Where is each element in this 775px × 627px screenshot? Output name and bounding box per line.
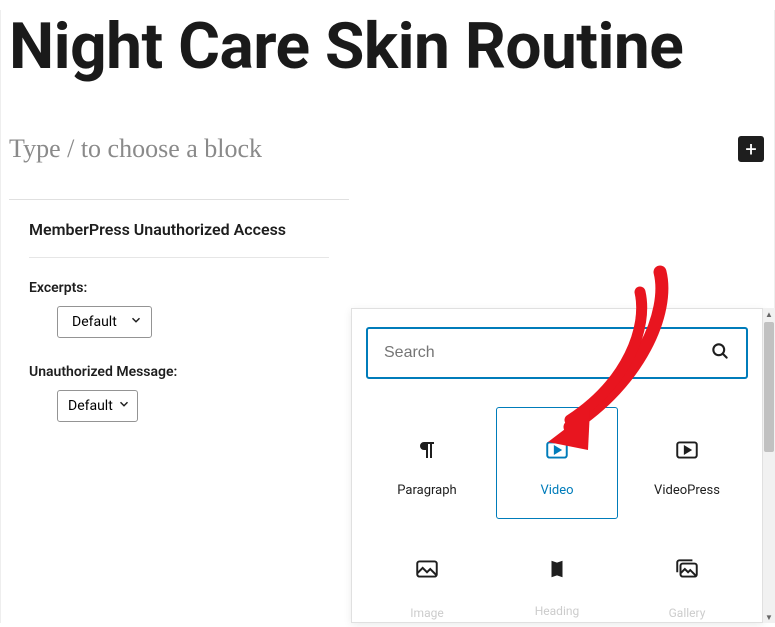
block-gallery[interactable]: Gallery	[626, 547, 748, 627]
block-image[interactable]: Image	[366, 547, 488, 627]
chevron-down-icon	[117, 397, 131, 415]
search-icon	[710, 341, 730, 365]
block-label: Video	[540, 483, 573, 498]
paragraph-icon	[415, 435, 439, 465]
block-label: Paragraph	[397, 483, 456, 498]
block-search[interactable]	[366, 327, 748, 379]
panel-header: MemberPress Unauthorized Access	[29, 220, 329, 258]
new-block-row: Type / to choose a block +	[9, 134, 766, 164]
excerpts-field: Excerpts: Default	[29, 280, 329, 338]
image-icon	[414, 556, 440, 582]
video-icon	[544, 435, 570, 465]
block-grid-row2: Image Heading Gallery	[366, 547, 748, 627]
unauth-select[interactable]: Default	[57, 390, 138, 422]
scroll-up-arrow[interactable]: ▲	[763, 308, 775, 320]
unauth-label: Unauthorized Message:	[29, 364, 329, 380]
block-grid: Paragraph Video VideoPress	[366, 407, 748, 519]
block-search-input[interactable]	[384, 344, 661, 362]
unauth-field: Unauthorized Message: Default	[29, 364, 329, 422]
block-inserter-popover: Paragraph Video VideoPress Image He	[351, 308, 763, 623]
block-label: Image	[410, 606, 443, 620]
videopress-icon	[674, 435, 700, 465]
block-label: Gallery	[669, 606, 706, 620]
excerpts-select[interactable]: Default	[57, 306, 152, 338]
memberpress-panel: MemberPress Unauthorized Access Excerpts…	[9, 199, 349, 468]
unauth-value: Default	[68, 398, 113, 414]
heading-icon	[546, 558, 568, 580]
add-block-button[interactable]: +	[738, 136, 764, 162]
plus-icon: +	[745, 137, 756, 161]
excerpts-label: Excerpts:	[29, 280, 329, 296]
block-label: VideoPress	[654, 483, 720, 498]
excerpts-value: Default	[72, 314, 117, 330]
post-title[interactable]: Night Care Skin Routine	[9, 10, 766, 84]
block-paragraph[interactable]: Paragraph	[366, 407, 488, 519]
block-video[interactable]: Video	[496, 407, 618, 519]
chevron-down-icon	[129, 313, 143, 331]
scrollbar[interactable]: ▲ ▼	[763, 308, 775, 623]
scrollbar-thumb[interactable]	[764, 322, 774, 452]
block-videopress[interactable]: VideoPress	[626, 407, 748, 519]
block-placeholder[interactable]: Type / to choose a block	[9, 134, 262, 164]
block-label: Heading	[535, 604, 580, 618]
gallery-icon	[674, 556, 700, 582]
block-heading[interactable]: Heading	[496, 547, 618, 627]
